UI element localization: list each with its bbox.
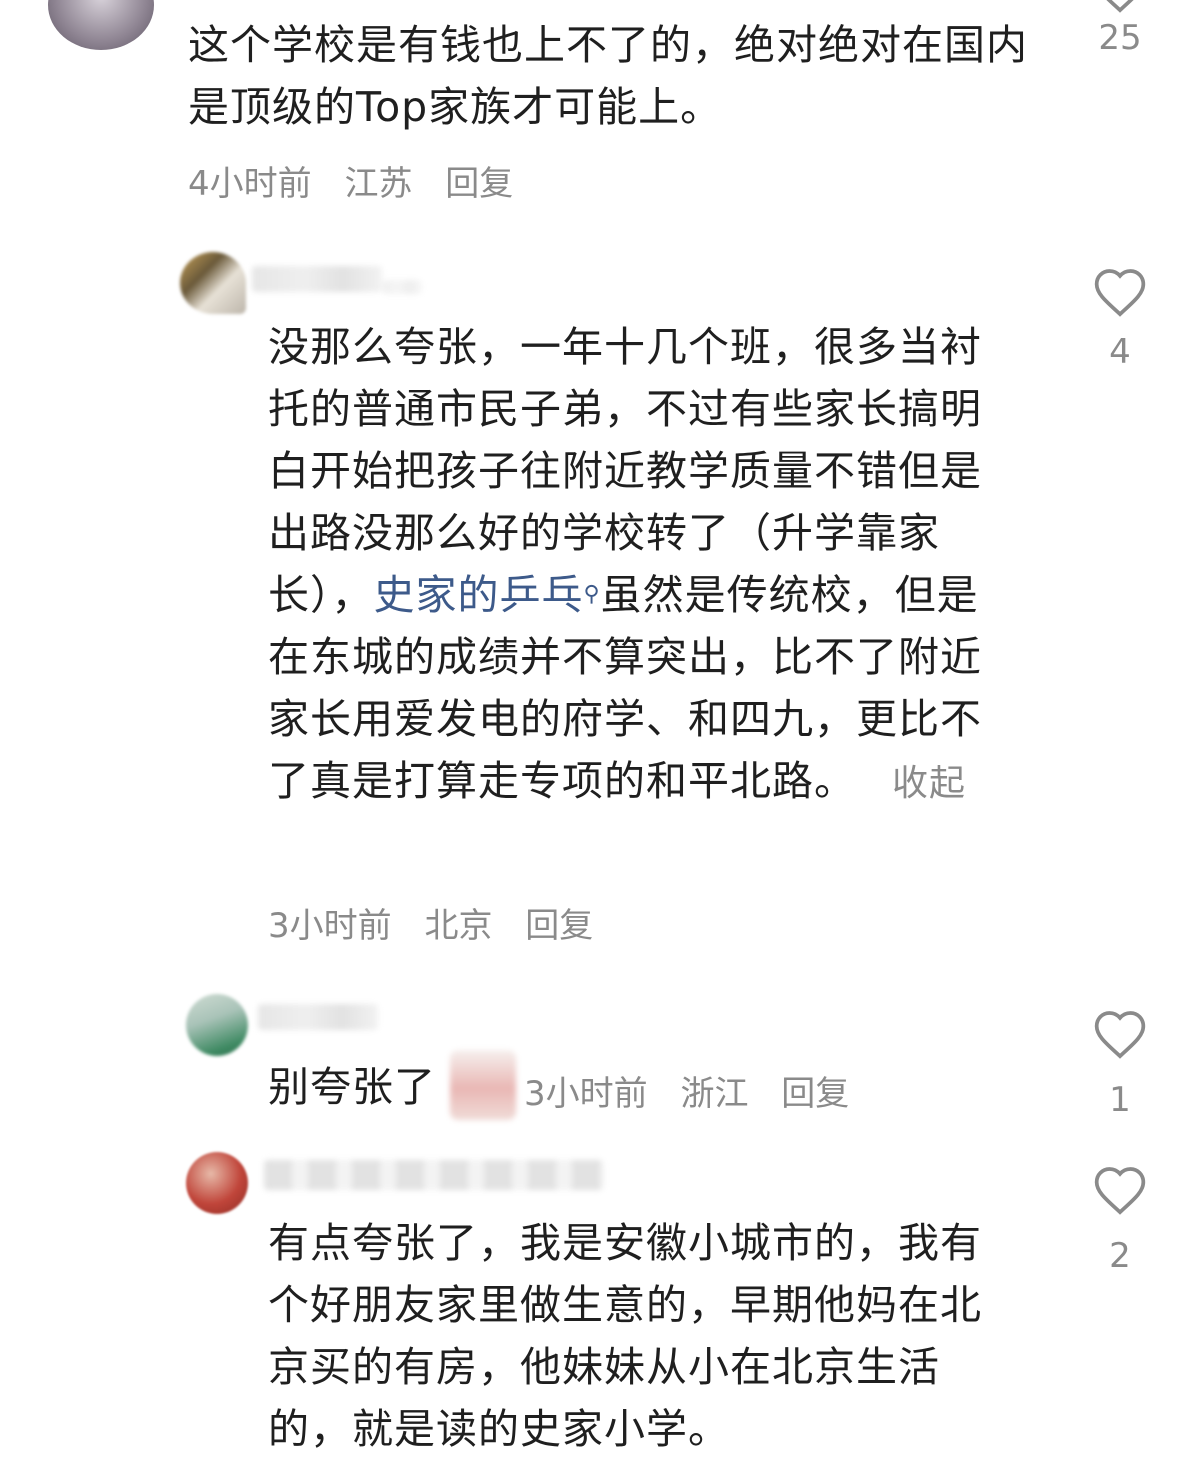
comment-text: 有点夸张了，我是安徽小城市的，我有个好朋友家里做生意的，早期他妈在北京买的有房，…	[268, 1219, 982, 1453]
like-button[interactable]: 1	[1080, 1008, 1160, 1120]
like-button[interactable]: 4	[1080, 266, 1160, 372]
heart-outline-icon	[1094, 1167, 1146, 1215]
search-icon: ⚲	[583, 582, 601, 607]
like-count: 2	[1109, 1236, 1131, 1276]
comment-text: 没那么夸张，一年十几个班，很多当衬托的普通市民子弟，不过有些家长搞明白开始把孩子…	[268, 323, 982, 805]
heart-outline-icon	[1094, 1011, 1146, 1059]
comment-time: 3小时前	[524, 1074, 648, 1114]
reply-button[interactable]: 回复	[445, 164, 513, 204]
avatar[interactable]	[48, 0, 154, 50]
topic-link[interactable]: 史家的乒乓⚲	[374, 571, 601, 619]
sticker-image-blurred[interactable]	[450, 1050, 516, 1120]
comment-location: 北京	[424, 906, 493, 946]
reply-button[interactable]: 回复	[781, 1074, 849, 1114]
username-blurred	[382, 280, 422, 294]
comment-text: 这个学校是有钱也上不了的，绝对绝对在国内是顶级的Top家族才可能上。	[188, 21, 1028, 131]
like-button[interactable]: 25	[1080, 0, 1160, 58]
avatar[interactable]	[180, 252, 246, 314]
like-button[interactable]: 2	[1080, 1164, 1160, 1276]
username-blurred[interactable]	[264, 1160, 604, 1190]
avatar[interactable]	[186, 994, 248, 1056]
comment-meta: 3小时前 浙江 回复	[524, 1066, 871, 1115]
comment-text: 别夸张了	[268, 1063, 436, 1111]
like-count: 1	[1109, 1080, 1131, 1120]
comment-time: 4小时前	[188, 164, 312, 204]
username-blurred[interactable]	[252, 266, 382, 292]
comment-meta: 4小时前 江苏 回复	[188, 156, 535, 205]
heart-outline-icon	[1106, 0, 1134, 13]
comment-location: 江苏	[344, 164, 413, 204]
collapse-button[interactable]: 收起	[892, 763, 966, 804]
comment-meta: 3小时前 北京 回复	[268, 898, 615, 947]
like-count: 4	[1109, 332, 1131, 372]
avatar[interactable]	[186, 1152, 248, 1214]
like-count: 25	[1098, 18, 1142, 58]
comment-time: 3小时前	[268, 906, 392, 946]
comment-location: 浙江	[680, 1074, 749, 1114]
heart-outline-icon	[1094, 269, 1146, 317]
username-blurred[interactable]	[258, 1004, 378, 1030]
reply-button[interactable]: 回复	[525, 906, 593, 946]
